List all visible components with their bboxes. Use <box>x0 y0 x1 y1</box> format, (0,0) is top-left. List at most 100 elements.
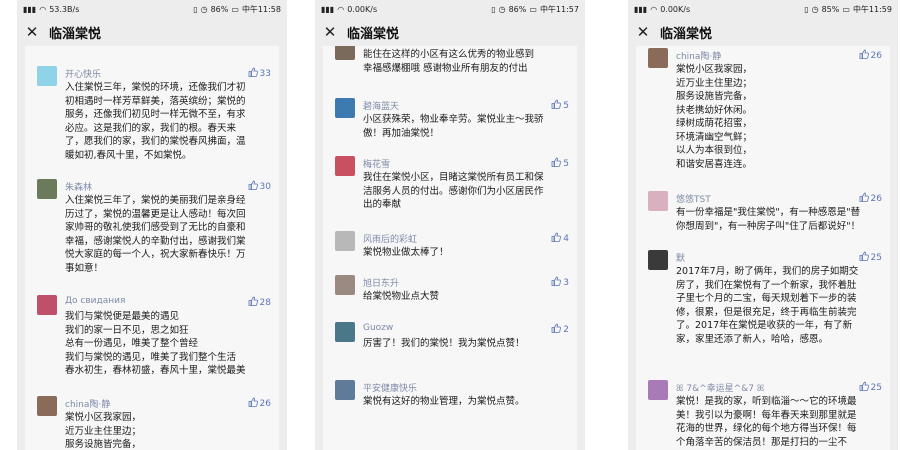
commenter-name[interactable]: china陶·静 <box>65 397 110 410</box>
network-speed: 0.00K/s <box>660 4 691 14</box>
vibrate-icon: ▯ <box>193 4 198 14</box>
signal-icon: ▮▮▮ <box>23 4 37 14</box>
clock-time: 中午11:57 <box>539 4 579 14</box>
commenter-name[interactable]: 朱森林 <box>65 180 92 193</box>
avatar[interactable] <box>335 275 355 295</box>
commenter-name[interactable]: 默 <box>676 251 685 264</box>
network-speed: 0.00K/s <box>347 4 378 14</box>
like-button[interactable]: 5 <box>551 99 569 112</box>
avatar[interactable] <box>335 46 355 60</box>
like-count: 33 <box>259 68 271 79</box>
thumbs-up-icon <box>551 232 562 245</box>
thumbs-up-icon <box>859 192 869 205</box>
avatar[interactable] <box>37 396 57 416</box>
comment-text: 棠悦有这好的物业管理，为棠悦点赞。 <box>363 396 525 407</box>
comment-list[interactable]: 开心快乐 33 入住棠悦三年，棠悦的环境，还像我们才初 初相遇时一样芳草鲜美，落… <box>25 46 279 450</box>
thumbs-up-icon <box>248 67 258 80</box>
like-count: 28 <box>259 297 271 308</box>
like-button[interactable]: 3 <box>551 276 569 289</box>
thumbs-up-icon <box>551 157 562 170</box>
alarm-icon: ◷ <box>811 4 819 14</box>
like-button[interactable]: 5 <box>551 157 569 170</box>
like-button[interactable]: 26 <box>859 192 882 205</box>
like-count: 5 <box>563 100 569 111</box>
avatar[interactable] <box>37 66 57 86</box>
phone-screen-3: ▮▮▮ ◠ 0.00K/s ▯ ◷ 85% ▭ 中午11:59 ✕ 临淄棠悦 c… <box>628 0 898 450</box>
comment-text: 我们与棠悦便是最美的遇见 我们的家一日不见，思之如狂 总有一份遇见，唯美了整个曾… <box>65 311 246 376</box>
comment-text: 棠悦物业做太棒了！ <box>363 247 449 258</box>
commenter-name[interactable]: 梅花雪 <box>363 157 390 170</box>
like-button[interactable]: 26 <box>859 49 882 62</box>
thumbs-up-icon <box>551 99 562 112</box>
clock-time: 中午11:58 <box>241 4 281 14</box>
avatar[interactable] <box>335 156 355 176</box>
comment-text: 厉害了！我们的棠悦！我为棠悦点赞！ <box>363 338 525 349</box>
avatar[interactable] <box>648 191 668 211</box>
wifi-icon: ◠ <box>39 4 47 14</box>
avatar[interactable] <box>335 231 355 251</box>
wifi-icon: ◠ <box>337 4 345 14</box>
comment-list[interactable]: china陶·静 26 棠悦小区我家园， 近万业主住里边； 服务设施皆完备， 扶… <box>636 46 890 450</box>
commenter-name[interactable]: Guozw <box>363 323 393 333</box>
commenter-name[interactable]: 旭日东升 <box>363 276 399 289</box>
avatar[interactable] <box>37 179 57 199</box>
battery-icon: ▭ <box>529 4 537 14</box>
commenter-name[interactable]: 碧海蓝天 <box>363 99 399 112</box>
avatar[interactable] <box>648 380 668 400</box>
close-icon[interactable]: ✕ <box>25 23 39 41</box>
comment-list[interactable]: 能住在这样的小区有这么优秀的物业感到 幸福感爆棚哦 感谢物业所有朋友的付出 碧海… <box>323 46 577 450</box>
commenter-name[interactable]: 风雨后的彩虹 <box>363 232 417 245</box>
commenter-name[interactable]: 悠悠TST <box>676 192 711 205</box>
comment-text: 我住在棠悦小区，目睹这棠悦所有员工和保 洁服务人员的付出。感谢你们为小区居民作 … <box>363 172 544 210</box>
comment-text: 棠悦小区我家园， 近万业主住里边； 服务设施皆完备， <box>65 412 142 450</box>
avatar[interactable] <box>335 322 355 342</box>
avatar[interactable] <box>335 98 355 118</box>
comment-text: 入住棠悦三年，棠悦的环境，还像我们才初 初相遇时一样芳草鲜美，落英缤纷；棠悦的 … <box>65 82 246 161</box>
nav-bar: ✕ 临淄棠悦 <box>628 18 898 46</box>
battery-level: 86% <box>508 4 527 14</box>
avatar[interactable] <box>648 250 668 270</box>
like-button[interactable]: 2 <box>551 323 569 336</box>
signal-icon: ▮▮▮ <box>634 4 648 14</box>
alarm-icon: ◷ <box>200 4 208 14</box>
like-count: 25 <box>870 252 882 263</box>
thumbs-up-icon <box>248 296 258 309</box>
like-button[interactable]: 25 <box>859 251 882 264</box>
status-bar: ▮▮▮ ◠ 53.3B/s ▯ ◷ 86% ▭ 中午11:58 <box>17 0 287 18</box>
like-button[interactable]: 30 <box>248 180 271 193</box>
like-button[interactable]: 25 <box>859 381 882 394</box>
comment-text: 小区获殊荣，物业奉辛劳。棠悦业主～我骄 傲！再加油棠悦！ <box>363 114 544 139</box>
commenter-name[interactable]: ꕤ 7&^幸运星^&7 ꕤ <box>676 381 764 394</box>
avatar[interactable] <box>335 380 355 400</box>
page-title: 临淄棠悦 <box>49 26 102 42</box>
vibrate-icon: ▯ <box>804 4 809 14</box>
clock-time: 中午11:59 <box>852 4 892 14</box>
like-button[interactable]: 33 <box>248 67 271 80</box>
signal-icon: ▮▮▮ <box>321 4 335 14</box>
close-icon[interactable]: ✕ <box>323 23 337 41</box>
nav-bar: ✕ 临淄棠悦 <box>315 18 585 46</box>
battery-icon: ▭ <box>842 4 850 14</box>
nav-bar: ✕ 临淄棠悦 <box>17 18 287 46</box>
like-button[interactable]: 4 <box>551 232 569 245</box>
like-count: 5 <box>563 158 569 169</box>
comment-text: 能住在这样的小区有这么优秀的物业感到 幸福感爆棚哦 感谢物业所有朋友的付出 <box>363 49 535 74</box>
battery-level: 85% <box>821 4 840 14</box>
thumbs-up-icon <box>248 180 258 193</box>
avatar[interactable] <box>648 48 668 68</box>
thumbs-up-icon <box>859 49 869 62</box>
like-button[interactable]: 26 <box>248 397 271 410</box>
commenter-name[interactable]: 开心快乐 <box>65 67 101 80</box>
avatar[interactable] <box>37 295 57 315</box>
commenter-name[interactable]: china陶·静 <box>676 49 721 62</box>
close-icon[interactable]: ✕ <box>636 23 650 41</box>
thumbs-up-icon <box>248 397 258 410</box>
like-count: 26 <box>870 50 882 61</box>
comment-text: 棠悦！是我的家，听到临淄～～它的环境最 美！我引以为豪啊！每年春天来到那里就是 … <box>676 396 857 448</box>
alarm-icon: ◷ <box>498 4 506 14</box>
thumbs-up-icon <box>551 276 562 289</box>
like-button[interactable]: 28 <box>248 296 271 309</box>
status-bar: ▮▮▮ ◠ 0.00K/s ▯ ◷ 85% ▭ 中午11:59 <box>628 0 898 18</box>
commenter-name[interactable]: 平安健康快乐 <box>363 381 417 394</box>
commenter-name[interactable]: До свидания <box>65 296 125 306</box>
